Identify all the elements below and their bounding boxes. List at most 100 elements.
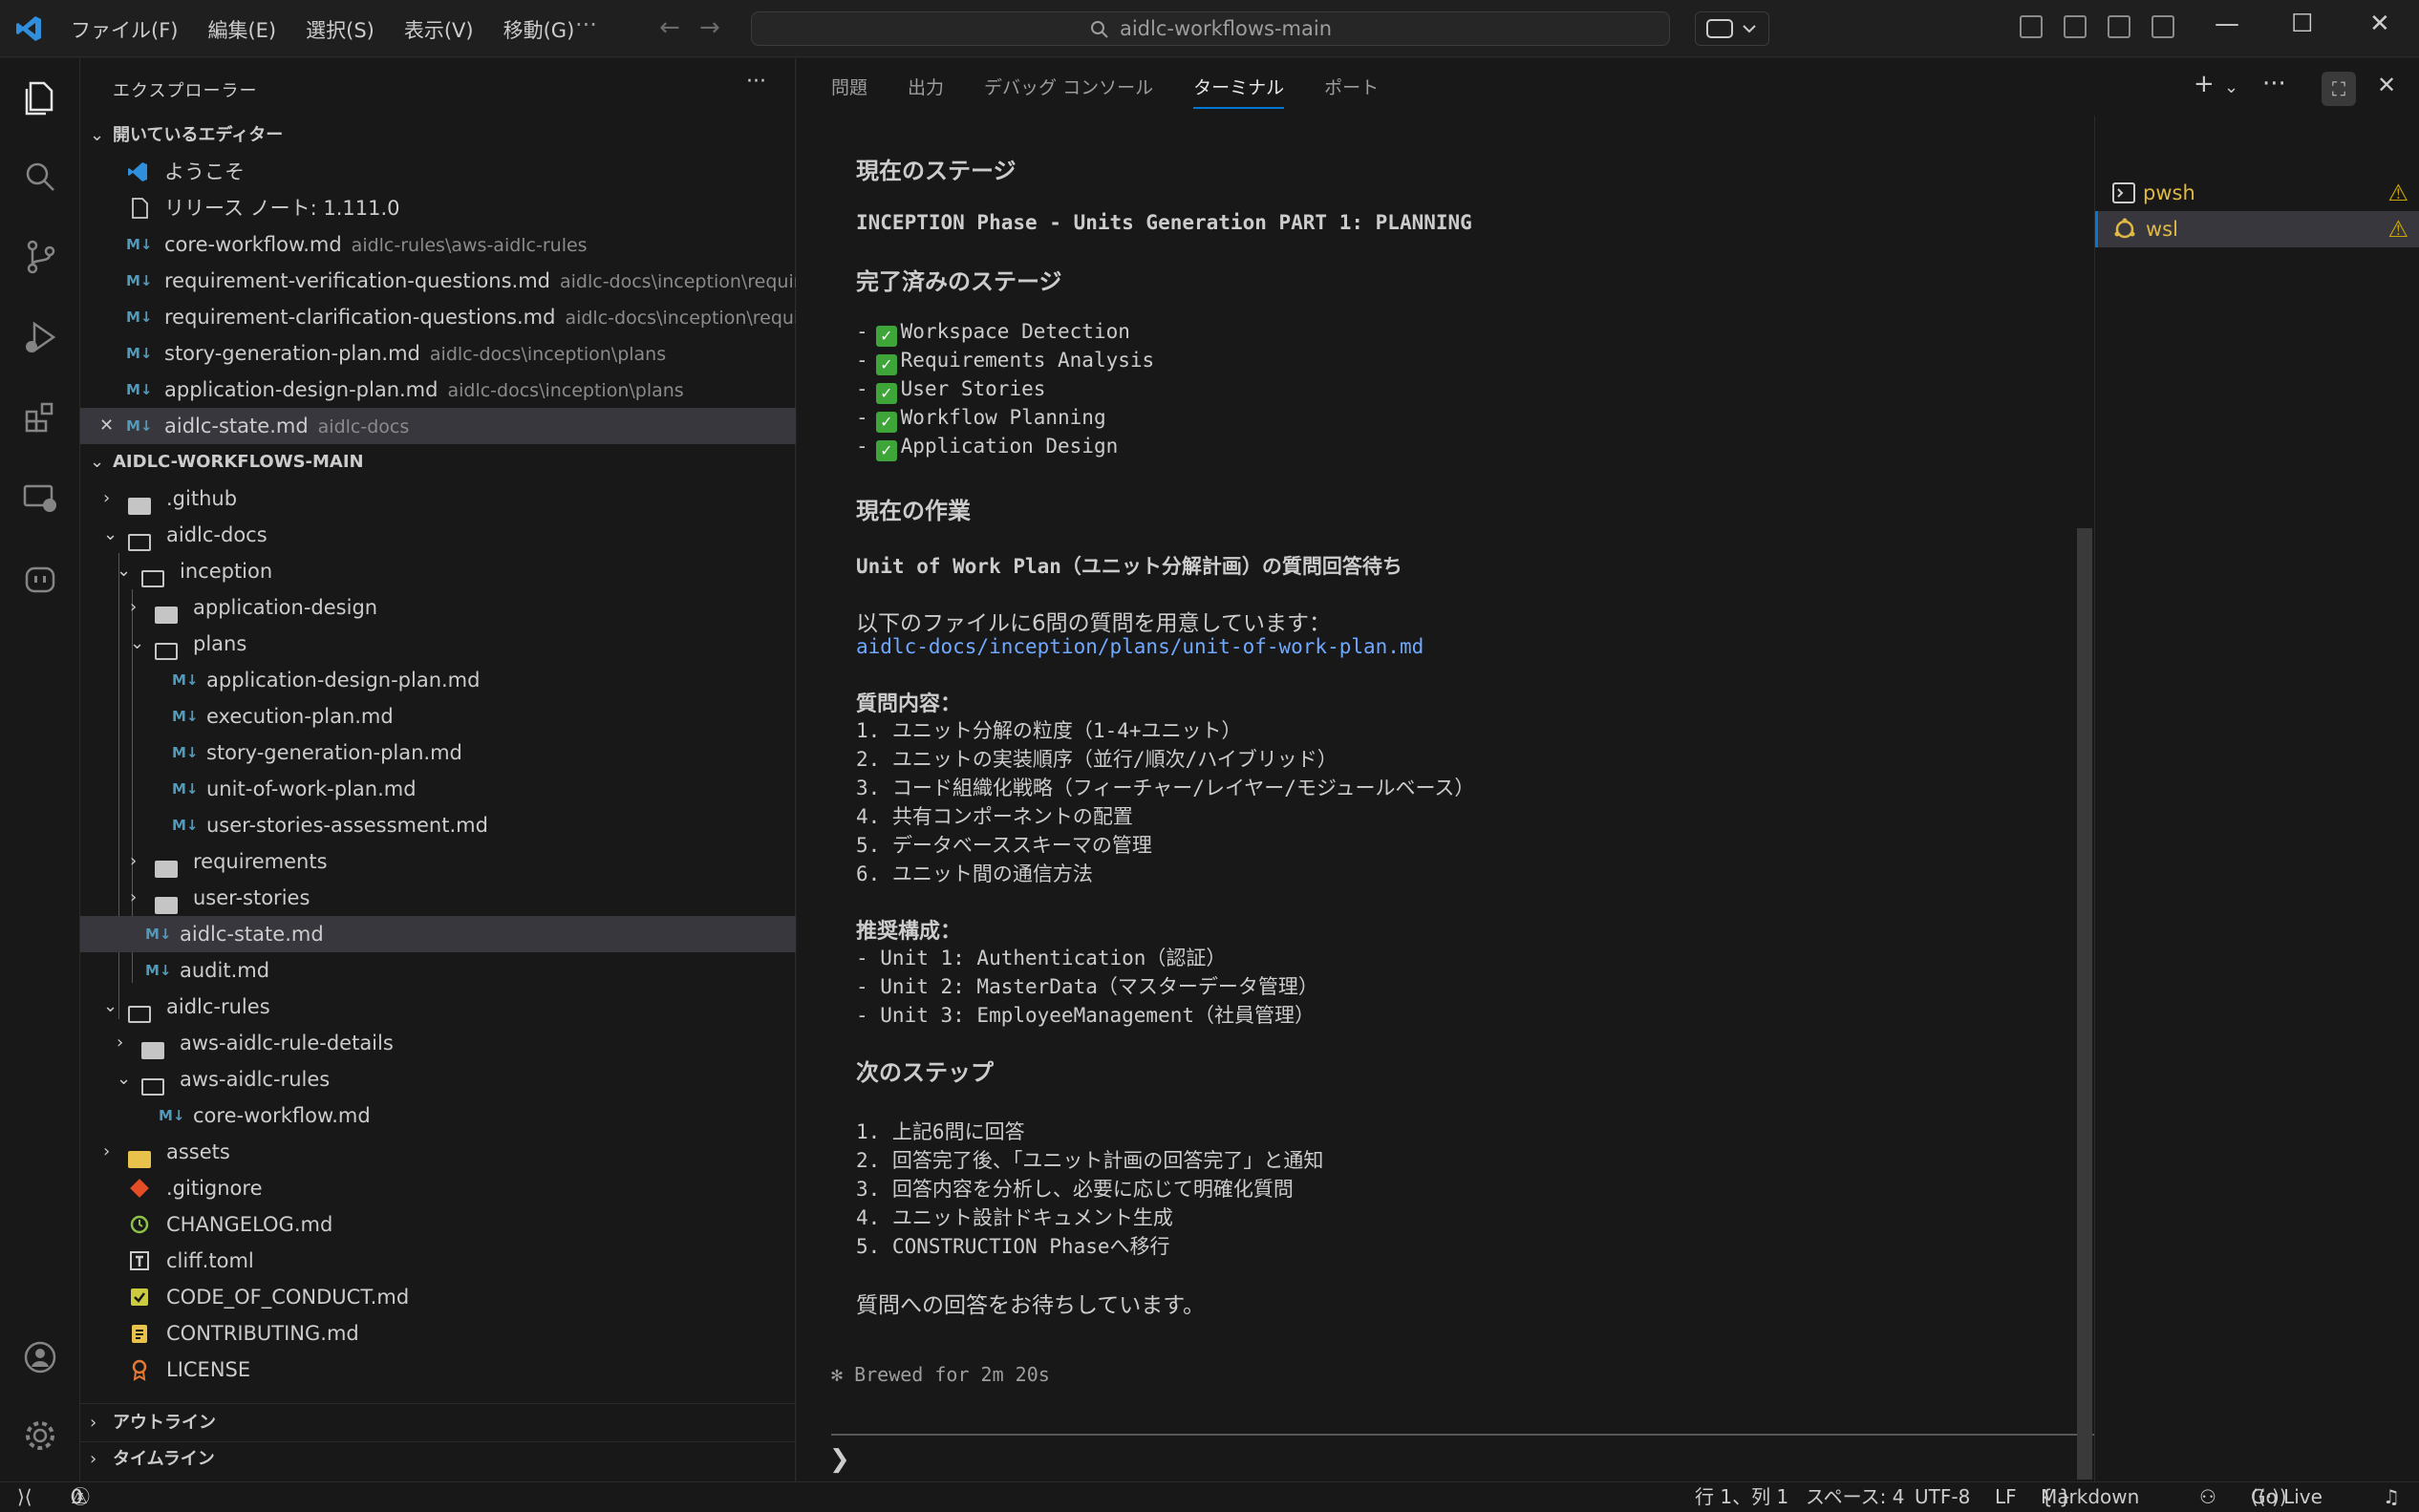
open-editor-item[interactable]: M↓ story-generation-plan.md aidlc-docs\in… [80,335,796,372]
tree-file[interactable]: .gitignore [80,1170,796,1206]
tree-file[interactable]: M↓ unit-of-work-plan.md [80,771,796,807]
tree-folder[interactable]: ⌄ aws-aidlc-rules [80,1061,796,1097]
tree-file[interactable]: M↓ execution-plan.md [80,698,796,735]
tree-file[interactable]: M↓ audit.md [80,952,796,989]
more-menu-icon[interactable]: ··· [575,11,597,38]
open-editor-item[interactable]: リリース ノート: 1.111.0 [80,190,796,226]
menu-edit[interactable]: 編集(E) [207,15,276,44]
maximize-icon[interactable]: ☐ [2291,10,2313,38]
tree-file[interactable]: M↓ story-generation-plan.md [80,735,796,771]
toggle-secondary-sidebar-icon[interactable] [2151,15,2174,38]
terminal-item-pwsh[interactable]: pwsh ⚠ [2095,175,2419,211]
tree-label: user-stories-assessment.md [206,814,488,837]
more-actions-icon[interactable]: ··· [2262,70,2286,98]
open-editor-item[interactable]: M↓ requirement-clarification-questions.m… [80,299,796,335]
changelog-icon [130,1215,149,1234]
timeline-header[interactable]: › タイムライン [80,1441,796,1478]
tree-label: CHANGELOG.md [166,1213,333,1236]
indentation[interactable]: スペース: 4 [1806,1482,1904,1511]
remote-indicator-icon[interactable]: ⟩⟨ [17,1482,32,1511]
toggle-panel-icon[interactable] [2108,15,2130,38]
copilot-chat-button[interactable] [1695,11,1769,46]
tree-file[interactable]: CHANGELOG.md [80,1206,796,1243]
remote-explorer-icon[interactable] [21,479,59,517]
tree-folder[interactable]: › requirements [80,843,796,880]
customize-layout-icon[interactable] [2020,15,2043,38]
tree-folder[interactable]: ⌄ inception [80,553,796,589]
tree-file[interactable]: M↓ user-stories-assessment.md [80,807,796,843]
maximize-panel-icon[interactable]: ⛶ [2322,72,2356,106]
tree-folder[interactable]: ⌄ aidlc-rules [80,989,796,1025]
question-item: 6. ユニット間の通信方法 [856,862,1093,885]
copilot-icon[interactable] [21,559,59,597]
tab-ports[interactable]: ポート [1324,74,1379,109]
tree-label: story-generation-plan.md [206,741,462,764]
tab-terminal[interactable]: ターミナル [1193,74,1285,109]
forward-arrow-icon[interactable]: → [699,13,720,42]
prompt-input[interactable]: ❯ [829,1445,850,1474]
tree-folder[interactable]: ⌄ plans [80,626,796,662]
menu-selection[interactable]: 選択(S) [306,15,375,44]
run-debug-icon[interactable] [21,318,59,356]
file-link[interactable]: aidlc-docs/inception/plans/unit-of-work-… [856,635,1424,658]
chevron-right-icon: › [90,1413,97,1433]
tree-file[interactable]: LICENSE [80,1352,796,1388]
open-editor-item[interactable]: M↓ requirement-verification-questions.md… [80,263,796,299]
tree-label: cliff.toml [166,1249,254,1272]
back-arrow-icon[interactable]: ← [659,13,680,42]
terminal-scrollbar[interactable] [2077,528,2092,1480]
tree-folder[interactable]: › .github [80,480,796,517]
extensions-icon[interactable] [21,398,59,437]
new-terminal-icon[interactable]: + [2194,70,2215,98]
minimize-icon[interactable]: — [2215,10,2239,38]
open-editors-header[interactable]: ⌄ 開いているエディター [80,117,796,154]
more-actions-icon[interactable]: ··· [746,70,766,94]
toggle-sidebar-icon[interactable] [2064,15,2087,38]
tree-file[interactable]: M↓ core-workflow.md [80,1097,796,1134]
tree-label: requirements [193,850,328,873]
tree-file[interactable]: M↓ application-design-plan.md [80,662,796,698]
open-editor-item[interactable]: M↓ application-design-plan.md aidlc-docs\… [80,372,796,408]
terminal-item-wsl[interactable]: wsl ⚠ [2095,211,2419,247]
tree-label: CONTRIBUTING.md [166,1322,359,1345]
tree-folder[interactable]: › assets [80,1134,796,1170]
copilot-status-icon[interactable]: ⚇ [2199,1482,2216,1511]
menu-view[interactable]: 表示(V) [404,15,474,44]
account-icon[interactable] [21,1338,59,1376]
notifications-bell-icon[interactable]: ♫ [2383,1482,2400,1511]
encoding[interactable]: UTF-8 [1915,1482,1970,1511]
open-editor-item[interactable]: ようこそ [80,154,796,190]
tree-file[interactable]: CONTRIBUTING.md [80,1315,796,1352]
markdown-icon: M↓ [172,671,199,689]
tree-folder[interactable]: › user-stories [80,880,796,916]
workspace-header[interactable]: ⌄ AIDLC-WORKFLOWS-MAIN [80,444,796,480]
outline-header[interactable]: › アウトライン [80,1405,796,1441]
chevron-down-icon[interactable]: ⌄ [2224,77,2238,97]
tab-problems[interactable]: 問題 [831,74,867,109]
explorer-icon[interactable] [21,77,59,116]
menu-go[interactable]: 移動(G) [503,15,575,44]
source-control-icon[interactable] [21,238,59,276]
tab-debug-console[interactable]: デバッグ コンソール [984,74,1153,109]
tree-file-selected[interactable]: M↓ aidlc-state.md [80,916,796,952]
open-editor-item-active[interactable]: ✕ M↓ aidlc-state.md aidlc-docs [80,408,796,444]
tree-folder[interactable]: ⌄ aidlc-docs [80,517,796,553]
close-editor-icon[interactable]: ✕ [99,408,118,444]
eol[interactable]: LF [1995,1482,2017,1511]
settings-gear-icon[interactable] [21,1416,59,1455]
markdown-icon: M↓ [126,417,153,435]
close-window-icon[interactable]: ✕ [2369,10,2390,38]
tree-file[interactable]: cliff.toml [80,1243,796,1279]
tree-file[interactable]: CODE_OF_CONDUCT.md [80,1279,796,1315]
menu-file[interactable]: ファイル(F) [71,15,178,44]
license-icon [132,1359,147,1381]
command-center-search[interactable]: aidlc-workflows-main [751,11,1670,46]
tab-output[interactable]: 出力 [908,74,944,109]
tree-folder[interactable]: › application-design [80,589,796,626]
tree-folder[interactable]: › aws-aidlc-rule-details [80,1025,796,1061]
close-panel-icon[interactable]: ✕ [2377,72,2396,98]
search-icon[interactable] [21,158,59,196]
cursor-position[interactable]: 行 1、列 1 [1695,1482,1788,1511]
open-editor-item[interactable]: M↓ core-workflow.md aidlc-rules\aws-aidlc… [80,226,796,263]
question-item: 5. データベーススキーマの管理 [856,834,1152,857]
